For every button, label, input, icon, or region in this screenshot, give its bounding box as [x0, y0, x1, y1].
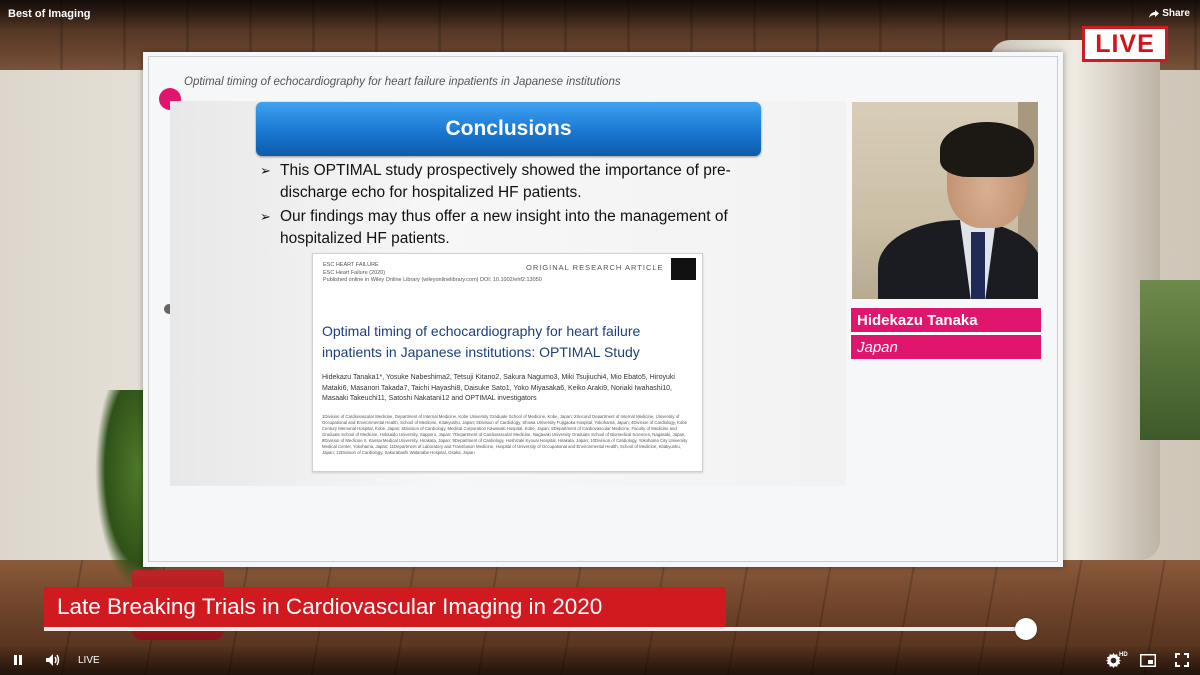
- live-badge: LIVE: [1082, 26, 1168, 62]
- share-button[interactable]: Share: [1149, 8, 1190, 19]
- pip-button[interactable]: [1138, 650, 1158, 670]
- progress-scrubber[interactable]: [1015, 618, 1038, 640]
- paper-authors: Hidekazu Tanaka1*, Yosuke Nabeshima2, Te…: [322, 374, 675, 402]
- arrow-bullet-icon: ➢: [260, 209, 271, 224]
- live-badge-text: LIVE: [1095, 29, 1155, 58]
- conclusions-heading: Conclusions: [445, 117, 572, 140]
- session-title: Late Breaking Trials in Cardiovascular I…: [57, 594, 603, 619]
- bullet-text: This OPTIMAL study prospectively showed …: [280, 162, 731, 201]
- pause-button[interactable]: [8, 650, 28, 670]
- bullet-item: ➢ This OPTIMAL study prospectively showe…: [260, 160, 770, 204]
- hd-badge: HD: [1119, 652, 1128, 658]
- channel-title: Best of Imaging: [8, 8, 91, 20]
- pause-icon: [14, 655, 22, 665]
- bullet-text: Our findings may thus offer a new insigh…: [280, 208, 728, 247]
- speaker-name: Hidekazu Tanaka: [857, 311, 978, 329]
- session-title-banner: Late Breaking Trials in Cardiovascular I…: [44, 587, 726, 627]
- conclusion-bullets: ➢ This OPTIMAL study prospectively showe…: [260, 160, 770, 252]
- paper-article-type: ORIGINAL RESEARCH ARTICLE: [526, 263, 664, 272]
- speaker-country: Japan: [857, 338, 898, 356]
- bullet-item: ➢ Our findings may thus offer a new insi…: [260, 206, 770, 250]
- journal-logo: [671, 258, 696, 280]
- window: [1140, 280, 1200, 440]
- paper-thumbnail: ESC HEART FAILURE ESC Heart Failure (202…: [312, 253, 703, 472]
- speaker-name-tag: Hidekazu Tanaka: [850, 307, 1042, 333]
- paper-journal-info: ESC HEART FAILURE ESC Heart Failure (202…: [323, 262, 542, 283]
- share-icon: [1149, 9, 1160, 18]
- paper-affiliations: 1Division of Cardiovascular Medicine, De…: [322, 414, 688, 455]
- volume-button[interactable]: [42, 650, 64, 670]
- progress-bar[interactable]: [44, 627, 1036, 631]
- conclusions-heading-box: Conclusions: [256, 102, 761, 156]
- paper-title: Optimal timing of echocardiography for h…: [322, 323, 641, 360]
- arrow-bullet-icon: ➢: [260, 163, 271, 178]
- share-label: Share: [1162, 8, 1190, 19]
- volume-icon: [46, 654, 60, 666]
- live-indicator: LIVE: [78, 655, 100, 666]
- fullscreen-button[interactable]: [1172, 650, 1192, 670]
- pip-icon: [1140, 653, 1156, 667]
- fullscreen-icon: [1175, 653, 1189, 667]
- slide-header: Optimal timing of echocardiography for h…: [184, 76, 621, 88]
- speaker-video: [852, 102, 1038, 299]
- top-bar: Best of Imaging Share: [0, 0, 1200, 30]
- speaker-country-tag: Japan: [850, 334, 1042, 360]
- player-controls: [0, 645, 1200, 675]
